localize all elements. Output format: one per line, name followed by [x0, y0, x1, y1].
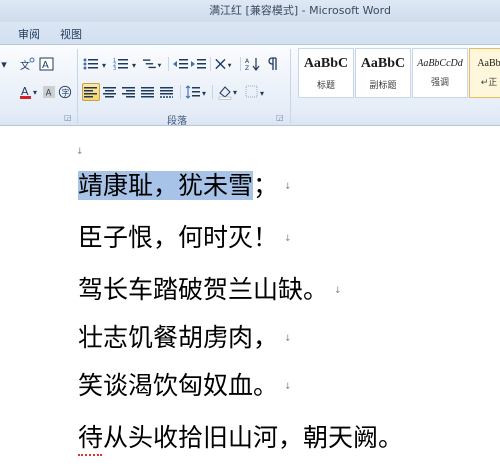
paragraph-mark: ↓ — [334, 286, 342, 296]
button-separator — [240, 57, 241, 71]
numbering-icon[interactable]: 1 2 3 ▾ — [112, 55, 142, 73]
paragraph-mark: ↓ — [284, 234, 292, 244]
svg-text:▾: ▾ — [233, 88, 237, 97]
style-normal-sample: AaBb — [477, 58, 500, 69]
sort-icon[interactable]: AZ — [244, 55, 262, 73]
style-subtitle[interactable]: AaBbC 副标题 — [355, 48, 411, 98]
character-shading-icon[interactable]: A — [42, 83, 56, 101]
style-title-sample: AaBbC — [303, 55, 349, 71]
paragraph-dialog-launcher-icon[interactable]: ◲ — [276, 113, 284, 122]
svg-text:▾: ▾ — [33, 88, 37, 97]
style-emphasis-sample: AaBbCcDd — [417, 58, 463, 69]
style-emphasis[interactable]: AaBbCcDd 强调 — [412, 48, 468, 98]
style-title[interactable]: AaBbC 标题 — [298, 48, 354, 98]
paragraph-group-label: 段落 — [167, 116, 187, 127]
line-text: 驾长车踏破贺兰山缺。 — [78, 275, 329, 304]
line-text: 壮志饥餐胡虏肉， — [78, 323, 279, 352]
multilevel-list-icon[interactable]: ▾ — [142, 55, 166, 73]
ribbon-tabs: 审阅 视图 — [0, 22, 500, 44]
svg-text:Z: Z — [245, 65, 249, 71]
paragraph-mark: ↓ — [284, 182, 292, 192]
enclose-characters-icon[interactable]: 字 — [57, 83, 73, 101]
tab-view[interactable]: 视图 — [60, 26, 82, 42]
button-separator — [168, 57, 169, 71]
align-right-icon[interactable] — [120, 83, 138, 101]
styles-gallery: AaBbC 标题 AaBbC 副标题 AaBbCcDd 强调 AaBb ↵正 — [296, 48, 500, 98]
align-center-icon[interactable] — [101, 83, 119, 101]
document-line[interactable]: 待从头收拾旧山河，朝天阙。 — [78, 423, 409, 454]
group-separator — [290, 49, 291, 123]
justify-icon[interactable] — [139, 83, 157, 101]
chinese-layout-icon[interactable]: ▾ — [213, 55, 237, 73]
paragraph-mark: ↓ — [76, 147, 84, 157]
font-dialog-launcher-icon[interactable]: ◲ — [64, 113, 72, 122]
document-page[interactable]: ↓ 靖康耻，犹未雪； ↓ 臣子恨，何时灭！ ↓ 驾长车踏破贺兰山缺。 ↓ 壮志饥餐胡虏… — [0, 127, 500, 468]
button-separator — [210, 57, 211, 71]
show-formatting-marks-icon[interactable] — [264, 55, 282, 73]
svg-text:▾: ▾ — [158, 61, 162, 70]
button-separator — [180, 85, 181, 99]
document-line[interactable]: 臣子恨，何时灭！ ↓ — [78, 223, 292, 254]
svg-text:▾: ▾ — [202, 89, 206, 98]
svg-text:▾: ▾ — [102, 61, 106, 70]
distributed-icon[interactable] — [158, 83, 176, 101]
svg-text:A: A — [42, 60, 49, 71]
borders-icon[interactable]: ▾ — [244, 83, 268, 101]
style-subtitle-name: 副标题 — [369, 80, 397, 91]
style-emphasis-name: 强调 — [430, 78, 449, 88]
svg-text:A: A — [245, 58, 250, 65]
selected-text[interactable]: 靖康耻，犹未雪 — [78, 171, 254, 200]
svg-text:A: A — [46, 88, 52, 98]
line-text: ； — [253, 171, 279, 200]
align-left-icon[interactable] — [82, 83, 100, 101]
font-size-dropdown-icon[interactable]: ▾ — [0, 55, 10, 73]
line-text: 笑谈渴饮匈奴血。 — [78, 371, 279, 400]
svg-text:▾: ▾ — [132, 61, 136, 70]
phonetic-guide-icon[interactable]: 文 — [18, 55, 36, 73]
window-title: 满江红 [兼容模式] - Microsoft Word — [209, 4, 391, 17]
shading-icon[interactable]: ▾ — [216, 83, 242, 101]
document-line[interactable]: 壮志饥餐胡虏肉， ↓ — [78, 323, 292, 354]
paragraph-mark: ↓ — [284, 334, 292, 344]
decrease-indent-icon[interactable] — [172, 55, 190, 73]
line-text: 臣子恨，何时灭！ — [78, 223, 279, 252]
increase-indent-icon[interactable] — [190, 55, 208, 73]
window-title-bar: 满江红 [兼容模式] - Microsoft Word — [0, 0, 500, 22]
svg-text:▾: ▾ — [260, 89, 264, 98]
bullets-icon[interactable]: ▾ — [82, 55, 112, 73]
style-normal[interactable]: AaBb ↵正 — [469, 48, 500, 98]
style-title-name: 标题 — [316, 80, 335, 91]
paragraph-mark: ↓ — [284, 382, 292, 392]
button-separator — [212, 85, 213, 99]
svg-text:文: 文 — [20, 59, 30, 71]
svg-text:字: 字 — [62, 88, 70, 98]
document-line[interactable]: 驾长车踏破贺兰山缺。 ↓ — [78, 275, 342, 306]
line-text: 待从头收拾旧山河，朝天阙。 — [78, 423, 404, 452]
font-color-icon[interactable]: A ▾ — [18, 83, 42, 101]
tab-review[interactable]: 审阅 — [18, 26, 40, 42]
svg-text:▾: ▾ — [228, 61, 232, 70]
spelling-error-underline — [78, 453, 102, 456]
style-normal-name: ↵正 — [480, 78, 498, 88]
character-border-icon[interactable]: A — [38, 55, 56, 73]
svg-text:3: 3 — [113, 66, 116, 71]
style-subtitle-sample: AaBbC — [360, 55, 406, 71]
document-line[interactable]: 笑谈渴饮匈奴血。 ↓ — [78, 371, 292, 402]
document-line[interactable]: 靖康耻，犹未雪； ↓ — [78, 171, 292, 202]
group-separator — [77, 49, 78, 123]
line-spacing-icon[interactable]: ▾ — [184, 83, 210, 101]
